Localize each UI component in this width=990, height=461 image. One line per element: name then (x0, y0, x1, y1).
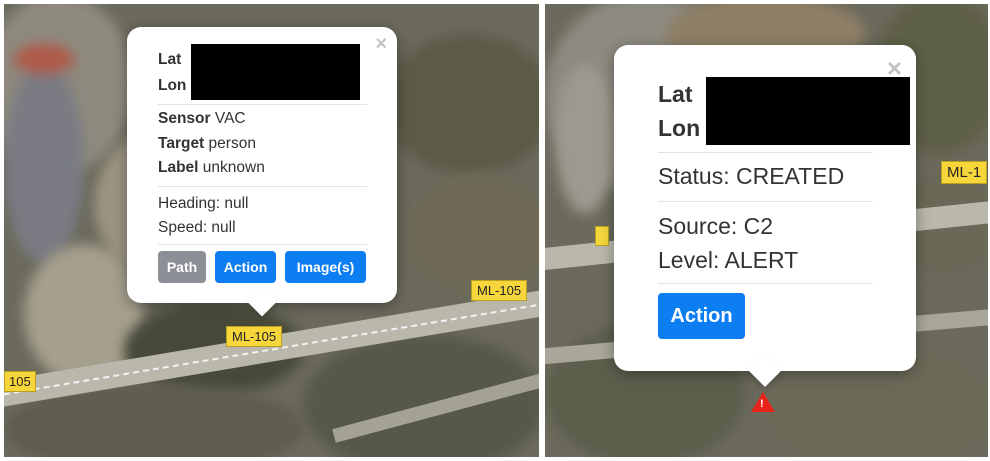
action-button[interactable]: Action (658, 293, 745, 339)
status-text: Status: CREATED (658, 163, 845, 189)
lat-label: Lat (158, 51, 182, 68)
lon-label: Lon (158, 77, 187, 94)
lat-label: Lat (658, 81, 693, 107)
level-text: Level: ALERT (658, 247, 799, 273)
redacted-coordinates (191, 44, 360, 100)
divider (658, 283, 873, 284)
redacted-coordinates (706, 77, 910, 145)
sensor-row: Sensor VAC (158, 110, 246, 127)
road-label-partial (595, 226, 609, 246)
target-row: Target person (158, 135, 256, 152)
action-button[interactable]: Action (215, 251, 276, 283)
heading-text: Heading: null (158, 195, 249, 212)
path-button[interactable]: Path (158, 251, 206, 283)
divider (158, 244, 367, 245)
close-icon[interactable]: × (375, 33, 387, 56)
target-value: person (208, 135, 256, 152)
images-button[interactable]: Image(s) (285, 251, 366, 283)
label-row: Label unknown (158, 159, 265, 176)
source-text: Source: C2 (658, 213, 774, 239)
divider (158, 186, 367, 187)
alert-info-popup: × Lat Lon Status: CREATED Source: C2 Lev… (614, 45, 916, 387)
sensor-value: VAC (214, 110, 246, 127)
divider (158, 104, 367, 105)
road-label-ml1: ML-1 (941, 161, 988, 184)
speed-text: Speed: null (158, 219, 236, 236)
track-info-popup: × Lat Lon Sensor VAC Target person Label… (127, 27, 397, 317)
divider (658, 152, 873, 153)
alert-marker-icon[interactable]: ! (751, 392, 775, 412)
divider (658, 201, 873, 202)
road-label-ml105: ML-105 (471, 280, 528, 301)
road-label-ml105-2: ML-105 (226, 326, 283, 347)
label-value: unknown (202, 159, 265, 176)
lon-label: Lon (658, 115, 701, 141)
road-label-105: 105 (4, 371, 36, 392)
